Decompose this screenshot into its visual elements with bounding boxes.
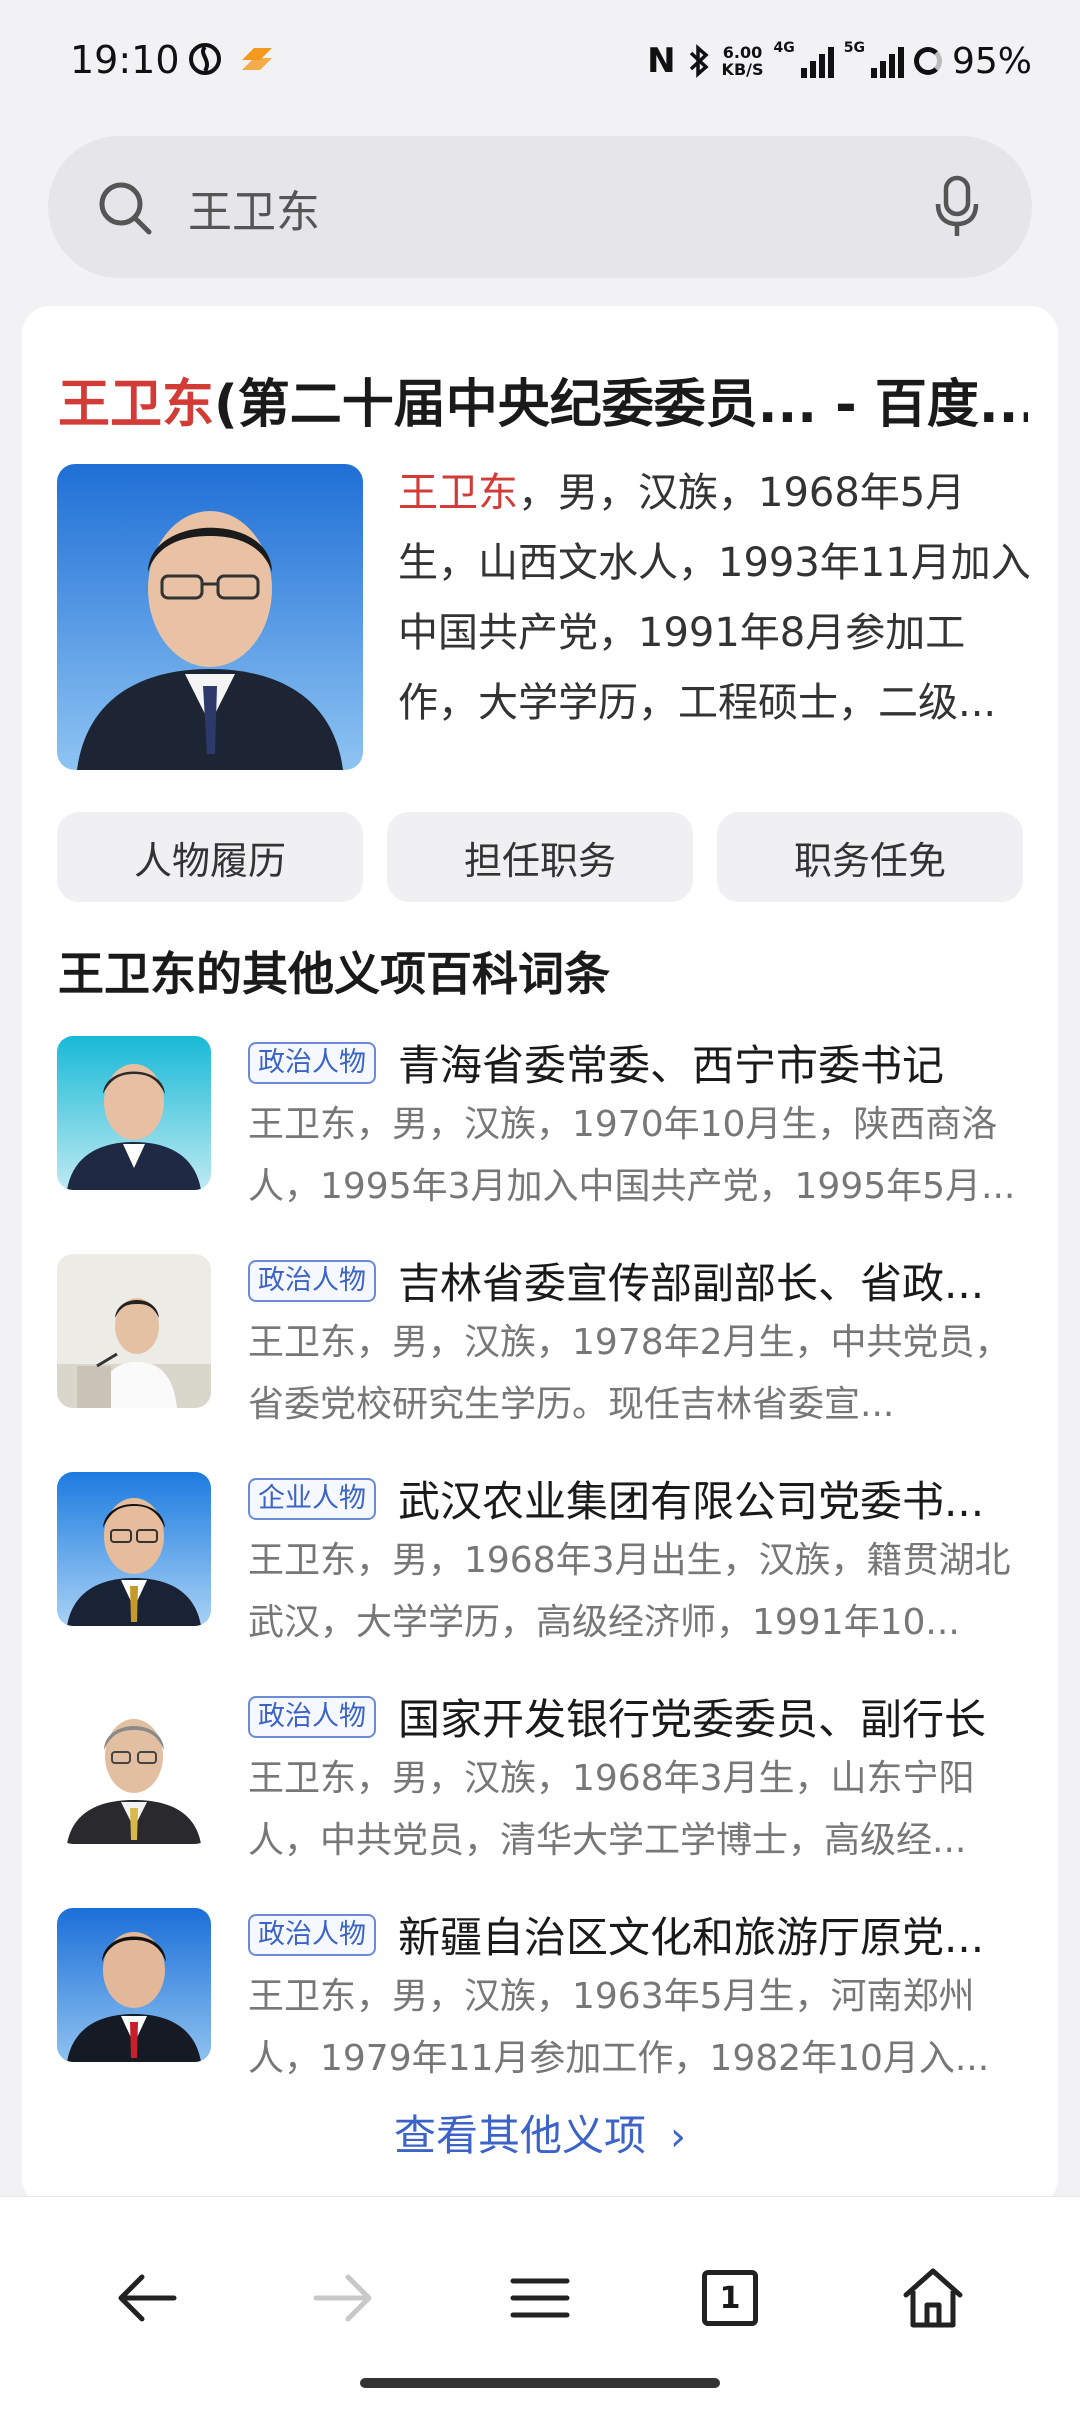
app-notification-icon — [189, 43, 221, 75]
status-bar: 19:10 N 6.00 KB/S 4G 5G 95% — [0, 0, 1080, 126]
battery-icon — [913, 47, 942, 75]
menu-icon[interactable] — [505, 2263, 575, 2333]
list-item[interactable]: 政治人物 新疆自治区文化和旅游厅原党... 王卫东，男，汉族，1963年5月生，… — [22, 1908, 1058, 2126]
nfc-icon: N — [647, 41, 676, 81]
bluetooth-icon — [689, 44, 709, 78]
chip-biography[interactable]: 人物履历 — [57, 812, 363, 902]
tab-count: 1 — [719, 2280, 741, 2316]
chevron-right-icon: › — [670, 2114, 686, 2160]
forward-arrow-icon — [313, 2274, 372, 2322]
home-icon[interactable] — [898, 2263, 968, 2333]
chip-positions[interactable]: 担任职务 — [387, 812, 693, 902]
result-title-link[interactable]: 王卫东(第二十届中央纪委委员... - 百度... — [58, 362, 1028, 437]
microphone-icon[interactable] — [934, 174, 980, 240]
list-item[interactable]: 政治人物 青海省委常委、西宁市委书记 王卫东，男，汉族，1970年10月生，陕西… — [22, 1036, 1058, 1254]
entry-photo — [57, 1472, 211, 1626]
entry-title: 新疆自治区文化和旅游厅原党... — [398, 1913, 985, 1962]
search-bar[interactable]: 王卫东 — [48, 136, 1032, 278]
baike-result-card: 王卫东(第二十届中央纪委委员... - 百度... 王卫东，男，汉族，1968年… — [22, 306, 1058, 2206]
list-item[interactable]: 政治人物 国家开发银行党委委员、副行长 王卫东，男，汉族，1968年3月生，山东… — [22, 1690, 1058, 1908]
entry-description: 王卫东，男，1968年3月出生，汉族，籍贯湖北武汉，大学学历，高级经济师，199… — [248, 1540, 1011, 1643]
entry-description: 王卫东，男，汉族，1968年3月生，山东宁阳人，中共党员，清华大学工学博士，高级… — [248, 1758, 975, 1861]
other-entries-list: 政治人物 青海省委常委、西宁市委书记 王卫东，男，汉族，1970年10月生，陕西… — [22, 1036, 1058, 2126]
search-input[interactable]: 王卫东 — [188, 176, 320, 240]
status-time: 19:10 — [70, 38, 180, 82]
search-icon[interactable] — [96, 179, 154, 237]
entry-photo — [57, 1690, 211, 1844]
sim2-network-label: 5G — [843, 40, 865, 56]
home-indicator[interactable] — [360, 2378, 720, 2388]
entry-description: 王卫东，男，汉族，1970年10月生，陕西商洛人，1995年3月加入中国共产党，… — [248, 1104, 1016, 1207]
section-title: 王卫东的其他义项百科词条 — [58, 947, 610, 1001]
entry-photo — [57, 1036, 211, 1190]
signal-icon-2 — [870, 44, 904, 78]
entry-description: 王卫东，男，汉族，1978年2月生，中共党员，省委党校研究生学历。现任吉林省委宣… — [248, 1322, 1011, 1425]
list-item[interactable]: 政治人物 吉林省委宣传部副部长、省政... 王卫东，男，汉族，1978年2月生，… — [22, 1254, 1058, 1472]
status-icons: N 6.00 KB/S 4G 5G 95% — [647, 36, 1032, 86]
category-tag: 政治人物 — [248, 1914, 376, 1956]
entry-photo — [57, 1908, 211, 2062]
sim1-network-label: 4G — [773, 40, 795, 56]
entry-title: 武汉农业集团有限公司党委书... — [398, 1477, 985, 1526]
tabs-icon[interactable]: 1 — [702, 2270, 758, 2326]
category-tag: 政治人物 — [248, 1696, 376, 1738]
result-summary[interactable]: 王卫东，男，汉族，1968年5月生，山西文水人，1993年11月加入中国共产党，… — [398, 458, 1038, 738]
entry-title: 青海省委常委、西宁市委书记 — [398, 1041, 945, 1090]
result-chips: 人物履历 担任职务 职务任免 — [57, 812, 1023, 902]
app-notification-icon-orange — [242, 48, 272, 70]
category-tag: 企业人物 — [248, 1478, 376, 1520]
list-item[interactable]: 企业人物 武汉农业集团有限公司党委书... 王卫东，男，1968年3月出生，汉族… — [22, 1472, 1058, 1690]
chip-appointments[interactable]: 职务任免 — [717, 812, 1023, 902]
view-other-entries-link[interactable]: 查看其他义项 › — [22, 2102, 1058, 2163]
signal-icon — [800, 44, 834, 78]
entry-photo — [57, 1254, 211, 1408]
entry-title: 国家开发银行党委委员、副行长 — [398, 1695, 987, 1744]
entry-title: 吉林省委宣传部副部长、省政... — [398, 1259, 985, 1308]
entry-description: 王卫东，男，汉族，1963年5月生，河南郑州人，1979年11月参加工作，198… — [248, 1976, 990, 2079]
category-tag: 政治人物 — [248, 1042, 376, 1084]
category-tag: 政治人物 — [248, 1260, 376, 1302]
network-speed: 6.00 KB/S — [721, 43, 764, 79]
back-arrow-icon[interactable] — [112, 2263, 182, 2333]
person-photo[interactable] — [57, 464, 363, 770]
battery-level: 95% — [951, 40, 1032, 82]
